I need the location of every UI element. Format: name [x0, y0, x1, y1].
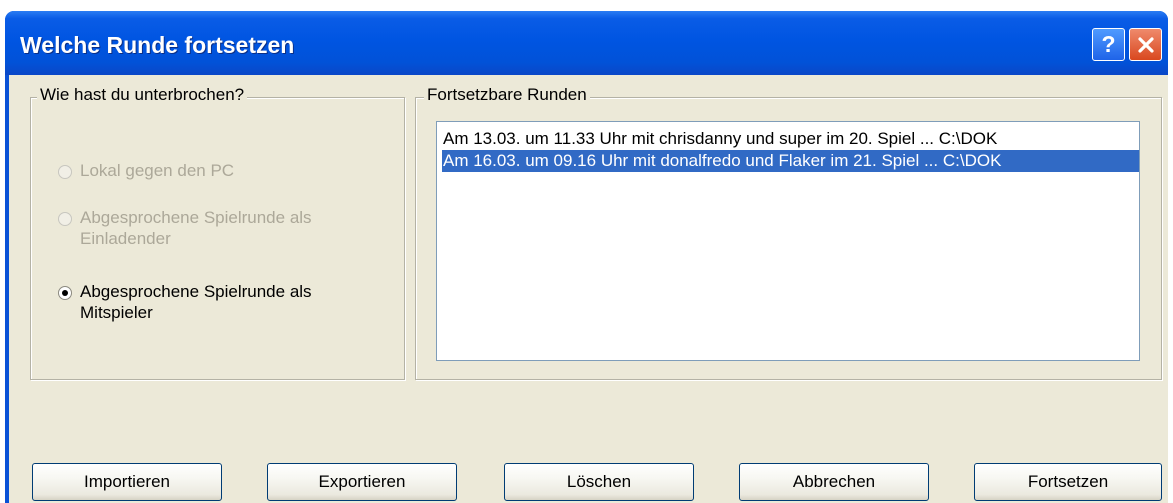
radio-label-local-vs-pc: Lokal gegen den PC [80, 161, 235, 180]
radio-as-player[interactable]: Abgesprochene Spielrunde als Mitspieler [58, 281, 350, 323]
cancel-button[interactable]: Abbrechen [739, 463, 929, 501]
radio-as-host[interactable]: Abgesprochene Spielrunde als Einladender [58, 207, 350, 249]
close-icon [1137, 36, 1154, 53]
continue-button[interactable]: Fortsetzen [974, 463, 1162, 501]
dialog-window: Welche Runde fortsetzen ? Wie hast du un… [5, 11, 1168, 503]
help-button[interactable]: ? [1092, 28, 1125, 61]
question-mark-icon: ? [1101, 31, 1116, 57]
interrupt-group-legend: Wie hast du unterbrochen? [37, 85, 248, 105]
radio-label-as-host: Abgesprochene Spielrunde als Einladender [80, 208, 312, 248]
import-button[interactable]: Importieren [32, 463, 222, 501]
radio-circle-as-host[interactable] [58, 212, 72, 226]
radio-label-as-player: Abgesprochene Spielrunde als Mitspieler [80, 282, 312, 322]
radio-local-vs-pc[interactable]: Lokal gegen den PC [58, 160, 360, 181]
dialog-client-area: Wie hast du unterbrochen? Lokal gegen de… [9, 75, 1168, 503]
export-button[interactable]: Exportieren [267, 463, 457, 501]
window-title: Welche Runde fortsetzen [20, 32, 295, 58]
close-button[interactable] [1129, 28, 1162, 61]
radio-circle-local-vs-pc[interactable] [58, 165, 72, 179]
radio-circle-as-player[interactable] [58, 286, 72, 300]
delete-button[interactable]: Löschen [504, 463, 694, 501]
list-item[interactable]: Am 13.03. um 11.33 Uhr mit chrisdanny un… [442, 128, 1139, 150]
rounds-group-legend: Fortsetzbare Runden [424, 85, 590, 105]
title-bar[interactable]: Welche Runde fortsetzen ? [5, 11, 1168, 75]
rounds-listbox[interactable]: Am 13.03. um 11.33 Uhr mit chrisdanny un… [436, 121, 1140, 361]
interrupt-group: Wie hast du unterbrochen? Lokal gegen de… [30, 85, 405, 380]
list-item-selected[interactable]: Am 16.03. um 09.16 Uhr mit donalfredo un… [442, 150, 1139, 172]
